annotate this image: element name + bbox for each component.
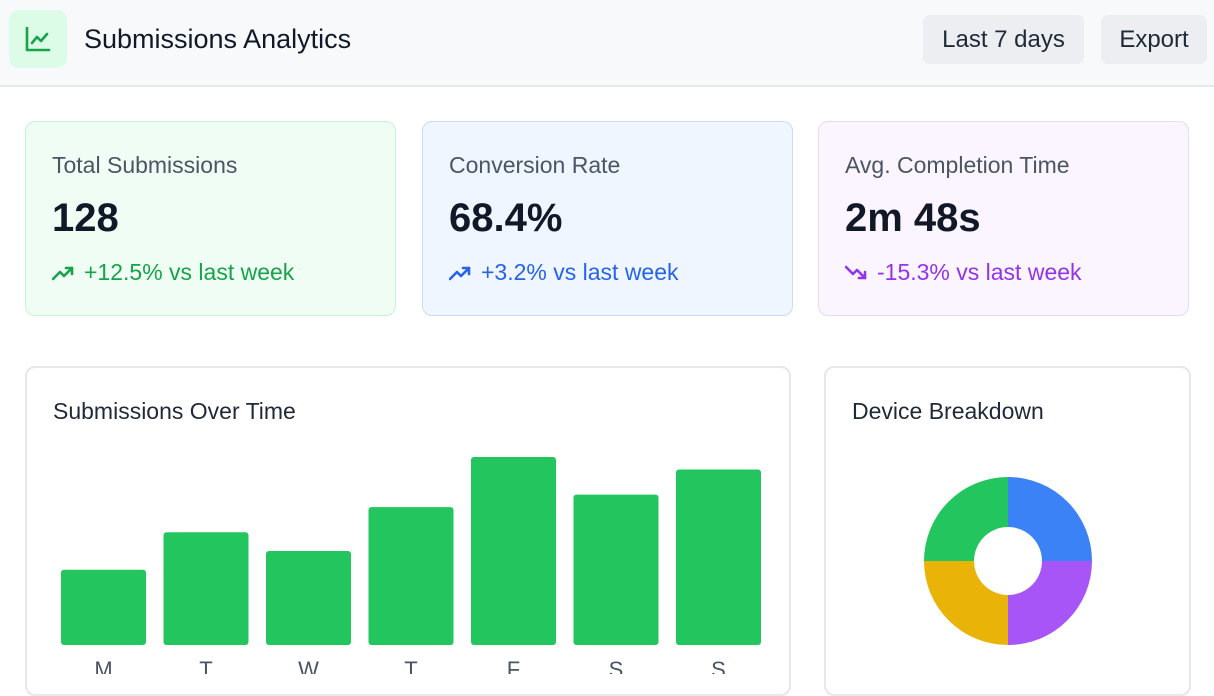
x-tick-label: T xyxy=(199,657,212,674)
submissions-over-time-panel: Submissions Over Time MTWTFSS xyxy=(25,366,791,696)
stat-card-conversion-rate: Conversion Rate 68.4% +3.2% vs last week xyxy=(422,121,793,316)
donut-slice-1 xyxy=(1008,561,1092,645)
stat-trend-text: +12.5% vs last week xyxy=(84,259,295,285)
bar-5 xyxy=(573,494,659,645)
device-breakdown-panel: Device Breakdown xyxy=(824,366,1191,696)
stat-card-completion-time: Avg. Completion Time 2m 48s -15.3% vs la… xyxy=(818,121,1189,316)
stat-trend-text: +3.2% vs last week xyxy=(481,259,679,285)
bar-3 xyxy=(368,507,454,645)
x-tick-label: W xyxy=(298,657,319,674)
export-button[interactable]: Export xyxy=(1101,15,1207,64)
stat-label: Total Submissions xyxy=(52,152,238,178)
trending-up-icon xyxy=(449,266,471,280)
x-tick-label: T xyxy=(404,657,417,674)
submissions-bar-chart: MTWTFSS xyxy=(61,457,761,674)
x-tick-label: S xyxy=(609,657,624,674)
stat-label: Avg. Completion Time xyxy=(845,152,1070,178)
bar-2 xyxy=(266,551,351,645)
x-tick-label: M xyxy=(94,657,112,674)
stat-trend: +3.2% vs last week xyxy=(449,259,679,286)
stat-card-total-submissions: Total Submissions 128 +12.5% vs last wee… xyxy=(25,121,396,316)
x-tick-label: F xyxy=(507,657,520,674)
donut-slice-2 xyxy=(924,561,1008,645)
stat-trend-text: -15.3% vs last week xyxy=(877,259,1082,285)
stat-trend: -15.3% vs last week xyxy=(845,259,1082,286)
bar-1 xyxy=(163,532,249,645)
stat-value: 2m 48s xyxy=(845,196,981,240)
bar-0 xyxy=(61,569,146,645)
x-tick-label: S xyxy=(711,657,726,674)
line-chart-icon xyxy=(9,10,67,68)
trending-down-icon xyxy=(845,265,867,279)
stat-value: 68.4% xyxy=(449,196,563,240)
top-bar: Submissions Analytics Last 7 days Export xyxy=(0,0,1214,87)
page-title: Submissions Analytics xyxy=(84,24,352,54)
stat-value: 128 xyxy=(52,196,119,240)
date-range-button[interactable]: Last 7 days xyxy=(923,15,1084,64)
donut-slice-3 xyxy=(924,477,1008,561)
stat-trend: +12.5% vs last week xyxy=(52,259,294,286)
donut-slice-0 xyxy=(1008,477,1092,561)
bar-6 xyxy=(676,469,761,645)
stat-label: Conversion Rate xyxy=(449,152,621,178)
bar-4 xyxy=(471,457,556,645)
trending-up-icon xyxy=(52,266,74,280)
device-donut-chart xyxy=(924,477,1092,645)
